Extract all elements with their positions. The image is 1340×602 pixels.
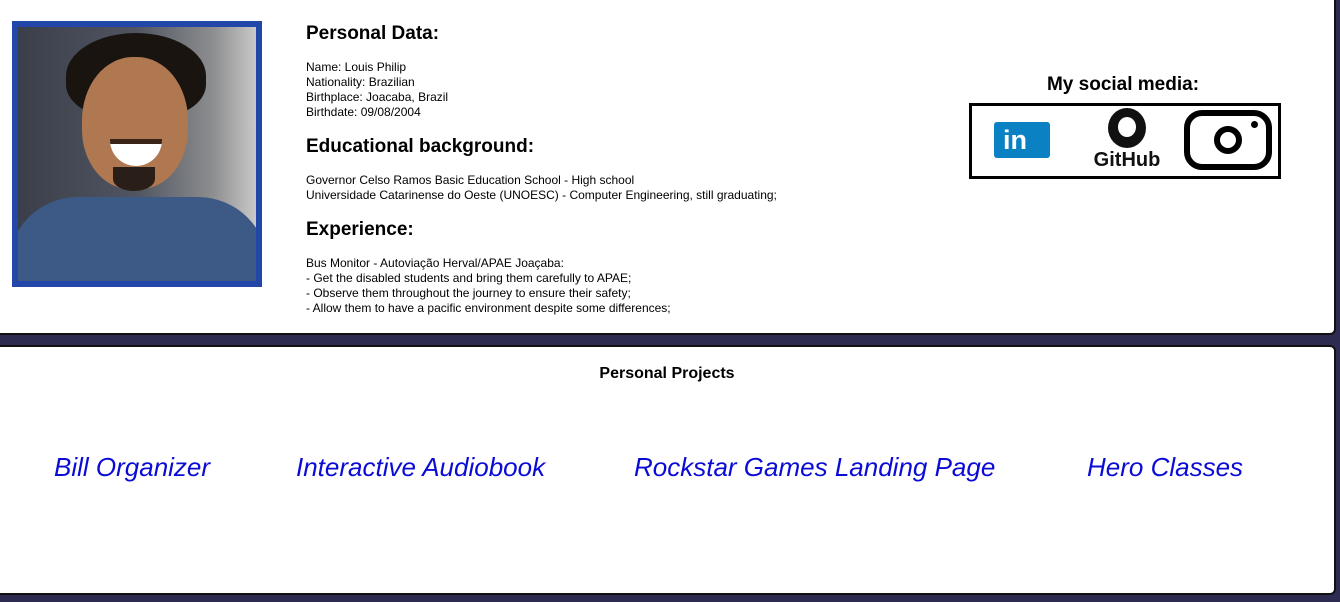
personal-data-line: Name: Louis Philip (306, 60, 407, 74)
personal-data-heading: Personal Data: (306, 23, 440, 44)
profile-card: Personal Data: Name: Louis Philip Nation… (0, 0, 1336, 335)
projects-heading: Personal Projects (599, 365, 735, 382)
personal-data-line: Nationality: Brazilian (306, 75, 415, 89)
personal-data-line: Birthplace: Joacaba, Brazil (306, 90, 449, 104)
projects-card: Personal Projects Bill Organizer Interac… (0, 345, 1336, 595)
github-icon[interactable]: GitHub (1093, 108, 1161, 174)
experience-line: Bus Monitor - Autoviação Herval/APAE Joa… (306, 256, 564, 270)
education-line: Governor Celso Ramos Basic Education Sch… (306, 173, 635, 187)
profile-photo-image (18, 27, 256, 281)
project-link-interactive-audiobook[interactable]: Interactive Audiobook (296, 452, 545, 483)
experience-list: Bus Monitor - Autoviação Herval/APAE Joa… (306, 256, 671, 316)
experience-line: - Allow them to have a pacific environme… (306, 301, 671, 315)
personal-data-line: Birthdate: 09/08/2004 (306, 105, 421, 119)
github-mark-icon (1108, 108, 1146, 148)
education-line: Universidade Catarinense do Oeste (UNOES… (306, 188, 777, 202)
experience-line: - Observe them throughout the journey to… (306, 286, 631, 300)
instagram-icon[interactable] (1184, 110, 1272, 170)
project-link-bill-organizer[interactable]: Bill Organizer (54, 452, 210, 483)
project-link-rockstar-games[interactable]: Rockstar Games Landing Page (634, 452, 995, 483)
experience-heading: Experience: (306, 219, 414, 240)
profile-photo (12, 21, 262, 287)
experience-line: - Get the disabled students and bring th… (306, 271, 632, 285)
github-icon-text: GitHub (1093, 149, 1161, 171)
social-media-links: in GitHub (969, 103, 1281, 179)
social-media-heading: My social media: (1046, 74, 1200, 95)
linkedin-icon[interactable]: in (994, 122, 1050, 158)
education-heading: Educational background: (306, 136, 535, 157)
personal-data-list: Name: Louis Philip Nationality: Brazilia… (306, 60, 448, 120)
project-link-hero-classes[interactable]: Hero Classes (1087, 452, 1243, 483)
education-list: Governor Celso Ramos Basic Education Sch… (306, 173, 777, 203)
social-media-section: My social media: in GitHub (966, 74, 1281, 179)
linkedin-icon-text: in (1003, 125, 1027, 155)
